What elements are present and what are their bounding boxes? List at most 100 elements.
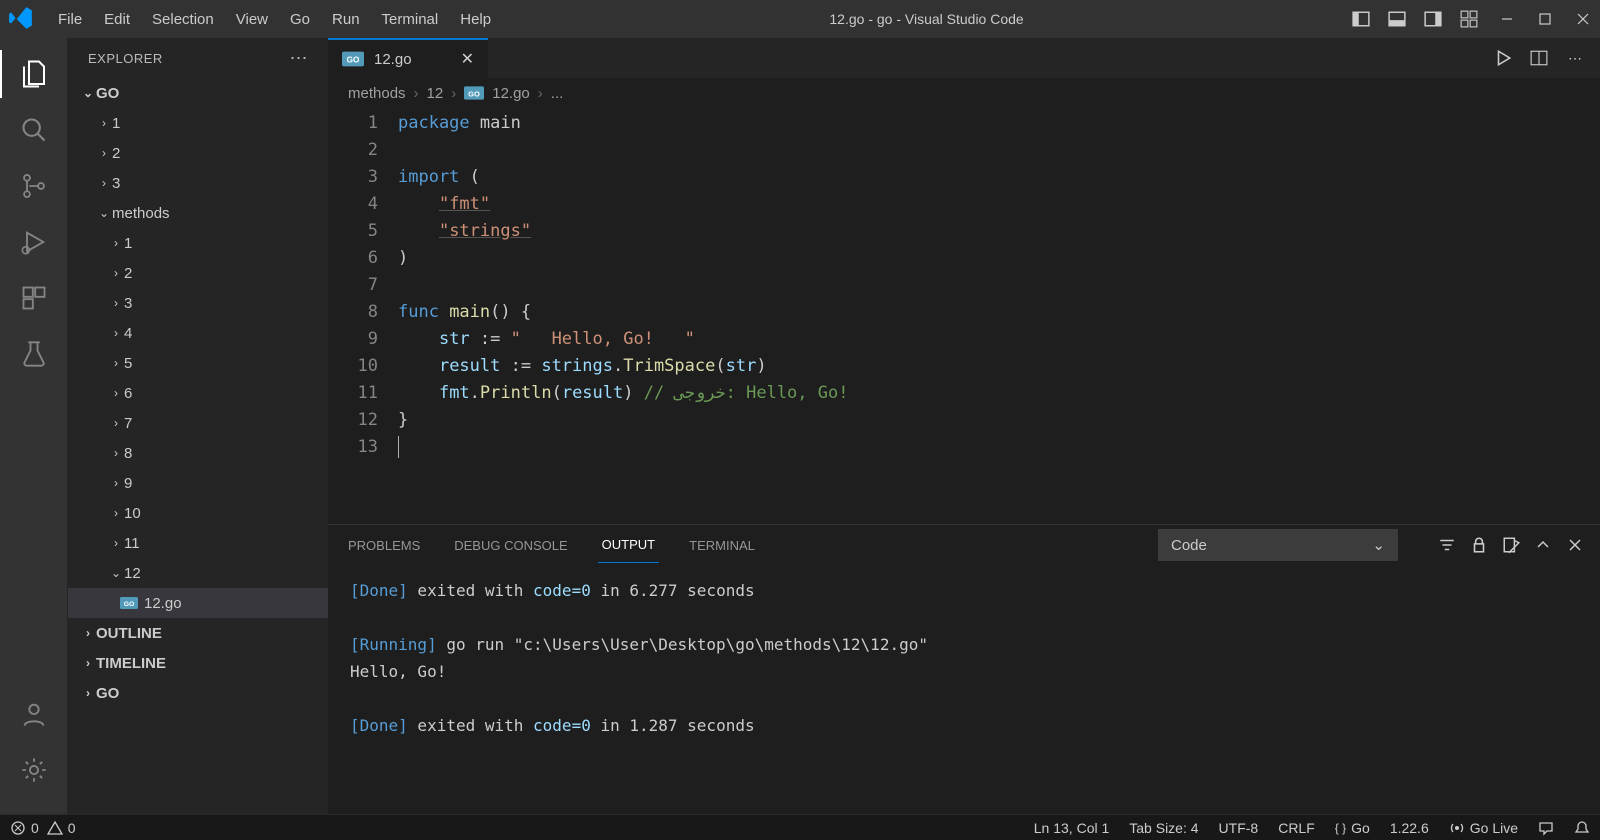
menu-file[interactable]: File: [48, 5, 92, 34]
output-channel-selector[interactable]: Code ⌄: [1158, 529, 1398, 561]
activity-bar: [0, 38, 68, 814]
line-gutter: 123 456 789 101112 13: [328, 110, 398, 524]
filter-icon[interactable]: [1438, 536, 1456, 554]
status-encoding[interactable]: UTF-8: [1219, 820, 1259, 836]
tree-folder[interactable]: ›5: [68, 348, 328, 378]
explorer-activity[interactable]: [10, 50, 58, 98]
extensions-activity[interactable]: [10, 274, 58, 322]
menu-terminal[interactable]: Terminal: [372, 5, 449, 34]
status-go-version[interactable]: 1.22.6: [1390, 820, 1429, 836]
code-content[interactable]: package main import ( "fmt" "strings" ) …: [398, 110, 1600, 524]
menu-edit[interactable]: Edit: [94, 5, 140, 34]
toggle-primary-sidebar-icon[interactable]: [1352, 10, 1370, 28]
tab-close-icon[interactable]: ✕: [461, 49, 474, 69]
source-control-icon: [20, 172, 48, 200]
settings-activity[interactable]: [10, 746, 58, 794]
file-tree: ⌄GO ›1 ›2 ›3 ⌄methods ›1 ›2 ›3 ›4 ›5 ›6 …: [68, 78, 328, 814]
debug-activity[interactable]: [10, 218, 58, 266]
status-language[interactable]: { }Go: [1335, 820, 1370, 836]
tree-folder[interactable]: ›9: [68, 468, 328, 498]
tree-folder-methods[interactable]: ⌄methods: [68, 198, 328, 228]
status-feedback-icon[interactable]: [1538, 820, 1554, 836]
tree-root[interactable]: ⌄GO: [68, 78, 328, 108]
run-icon[interactable]: [1494, 49, 1512, 67]
bottom-panel: PROBLEMS DEBUG CONSOLE OUTPUT TERMINAL C…: [328, 524, 1600, 814]
tree-folder[interactable]: ›1: [68, 228, 328, 258]
breadcrumb[interactable]: methods› 12› GO 12.go› ...: [328, 78, 1600, 108]
code-editor[interactable]: 123 456 789 101112 13 package main impor…: [328, 108, 1600, 524]
search-activity[interactable]: [10, 106, 58, 154]
split-editor-icon[interactable]: [1530, 49, 1548, 67]
svg-text:GO: GO: [468, 89, 480, 98]
problems-tab[interactable]: PROBLEMS: [344, 528, 424, 563]
svg-text:GO: GO: [124, 601, 135, 608]
vscode-logo-icon: [8, 5, 36, 33]
more-actions-icon[interactable]: ⋯: [1566, 49, 1584, 67]
window-title: 12.go - go - Visual Studio Code: [501, 11, 1352, 27]
customize-layout-icon[interactable]: [1460, 10, 1478, 28]
outline-section[interactable]: ›OUTLINE: [68, 618, 328, 648]
svg-text:GO: GO: [347, 56, 360, 65]
explorer-header: EXPLORER ⋯: [68, 38, 328, 78]
account-icon: [20, 700, 48, 728]
title-bar: File Edit Selection View Go Run Terminal…: [0, 0, 1600, 38]
maximize-button[interactable]: [1536, 10, 1554, 28]
editor-tabs: GO 12.go ✕ ⋯: [328, 38, 1600, 78]
beaker-icon: [20, 340, 48, 368]
run-debug-icon: [20, 228, 48, 256]
explorer-title: EXPLORER: [88, 51, 163, 66]
close-panel-icon[interactable]: [1566, 536, 1584, 554]
tree-file-12-go[interactable]: GO 12.go: [68, 588, 328, 618]
output-content[interactable]: [Done] exited with code=0 in 6.277 secon…: [328, 565, 1600, 814]
tree-folder[interactable]: ›1: [68, 108, 328, 138]
output-tab[interactable]: OUTPUT: [598, 527, 659, 563]
explorer-more-icon[interactable]: ⋯: [290, 48, 309, 69]
error-icon: [10, 820, 26, 836]
menu-selection[interactable]: Selection: [142, 5, 224, 34]
status-cursor-pos[interactable]: Ln 13, Col 1: [1034, 820, 1110, 836]
menu-help[interactable]: Help: [450, 5, 501, 34]
status-bar: 0 0 Ln 13, Col 1 Tab Size: 4 UTF-8 CRLF …: [0, 814, 1600, 840]
files-icon: [19, 59, 49, 89]
tree-folder[interactable]: ›3: [68, 288, 328, 318]
tree-folder[interactable]: ›10: [68, 498, 328, 528]
scm-activity[interactable]: [10, 162, 58, 210]
minimize-button[interactable]: [1498, 10, 1516, 28]
layout-controls: [1352, 10, 1478, 28]
tree-folder[interactable]: ›3: [68, 168, 328, 198]
tree-folder[interactable]: ›8: [68, 438, 328, 468]
tab-12-go[interactable]: GO 12.go ✕: [328, 38, 488, 78]
status-errors[interactable]: 0: [10, 820, 39, 836]
tree-folder[interactable]: ›2: [68, 258, 328, 288]
status-go-live[interactable]: Go Live: [1449, 820, 1518, 836]
status-tab-size[interactable]: Tab Size: 4: [1129, 820, 1198, 836]
lock-icon[interactable]: [1470, 536, 1488, 554]
tree-folder[interactable]: ›2: [68, 138, 328, 168]
clear-icon[interactable]: [1502, 536, 1520, 554]
toggle-secondary-sidebar-icon[interactable]: [1424, 10, 1442, 28]
menu-run[interactable]: Run: [322, 5, 370, 34]
timeline-section[interactable]: ›TIMELINE: [68, 648, 328, 678]
go-section[interactable]: ›GO: [68, 678, 328, 708]
go-file-icon: GO: [342, 51, 364, 67]
tree-folder-12[interactable]: ⌄12: [68, 558, 328, 588]
testing-activity[interactable]: [10, 330, 58, 378]
tree-folder[interactable]: ›4: [68, 318, 328, 348]
search-icon: [20, 116, 48, 144]
go-file-icon: GO: [464, 86, 484, 100]
tree-folder[interactable]: ›11: [68, 528, 328, 558]
close-button[interactable]: [1574, 10, 1592, 28]
status-eol[interactable]: CRLF: [1278, 820, 1315, 836]
terminal-tab[interactable]: TERMINAL: [685, 528, 759, 563]
menu-go[interactable]: Go: [280, 5, 320, 34]
menu-view[interactable]: View: [226, 5, 278, 34]
debug-console-tab[interactable]: DEBUG CONSOLE: [450, 528, 571, 563]
status-bell-icon[interactable]: [1574, 820, 1590, 836]
toggle-panel-icon[interactable]: [1388, 10, 1406, 28]
editor-area: GO 12.go ✕ ⋯ methods› 12› GO 12.go› ... …: [328, 38, 1600, 814]
expand-panel-icon[interactable]: [1534, 536, 1552, 554]
tree-folder[interactable]: ›6: [68, 378, 328, 408]
status-warnings[interactable]: 0: [47, 820, 76, 836]
tree-folder[interactable]: ›7: [68, 408, 328, 438]
accounts-activity[interactable]: [10, 690, 58, 738]
